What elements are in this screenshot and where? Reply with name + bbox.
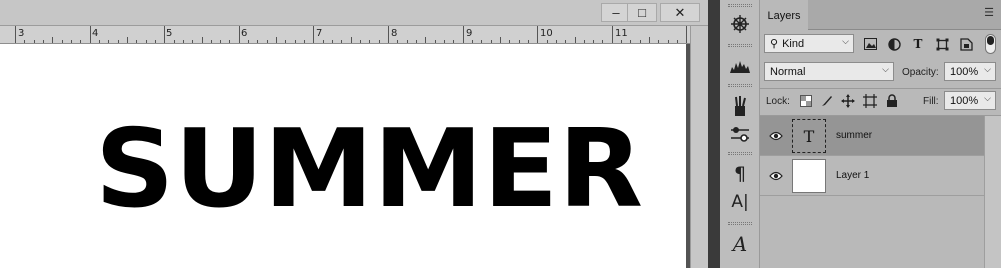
ruler-number: 10 [540,28,553,39]
ruler-number: 6 [241,28,248,39]
panel-menu-icon[interactable]: ☰ [983,7,995,19]
filter-pixel-layers-icon[interactable] [862,36,878,52]
fill-label: Fill: [923,96,939,107]
panel-gutter [708,0,720,268]
tab-layers-label: Layers [767,9,801,22]
visibility-eye-icon[interactable] [769,129,783,143]
histogram-icon[interactable] [726,52,754,80]
opacity-field[interactable]: 100% ⌵ [944,62,996,81]
layer-name[interactable]: Layer 1 [836,170,869,181]
ruler-ticks [15,26,687,43]
filter-smart-objects-icon[interactable] [958,36,974,52]
layer-row-summer[interactable]: T summer [760,116,984,156]
lock-fill-row: Lock: Fill: 100% ⌵ [760,91,1001,112]
panel-tabbar: Layers ☰ [760,0,1001,31]
tab-layers[interactable]: Layers [760,0,808,31]
chevron-down-icon: ⌵ [842,36,849,46]
layers-scrollbar[interactable] [984,116,1001,268]
ruler-number: 9 [466,28,473,39]
restore-button[interactable]: □ [627,3,657,22]
panel-grip[interactable] [728,222,752,225]
panel-grip[interactable] [728,152,752,155]
adjustments-icon[interactable] [726,120,754,148]
lock-artboard-icon[interactable] [862,93,878,109]
chevron-down-icon: ⌵ [984,93,991,103]
lock-all-icon[interactable] [884,93,900,109]
filter-toggle-switch[interactable] [985,34,996,54]
chevron-down-icon: ⌵ [882,64,889,74]
ruler-number: 11 [615,28,628,39]
layer-filter-row: ⚲ Kind ⌵ T [760,34,1001,56]
collapsed-panels-strip: ¶ A| A [720,0,760,268]
paragraph-icon[interactable]: ¶ [726,160,754,188]
canvas-area: SUMMER [0,44,690,268]
brush-presets-icon[interactable] [726,92,754,120]
layer-thumbnail-text-icon: T [792,119,826,153]
close-button[interactable]: ✕ [660,3,700,22]
ruler-number: 3 [18,28,25,39]
ruler-number: 5 [166,28,173,39]
ruler-number: 4 [92,28,99,39]
restore-icon: □ [638,5,646,20]
document-window: ‒ □ ✕ 3 4 5 6 7 8 9 10 11 SUMMER [0,0,720,268]
filter-shape-layers-icon[interactable] [934,36,950,52]
fill-value: 100% [950,94,979,107]
panel-grip[interactable] [728,84,752,87]
chevron-down-icon: ⌵ [984,64,991,74]
layer-row-layer-1[interactable]: Layer 1 [760,156,984,196]
canvas-text-summer[interactable]: SUMMER [95,116,643,224]
horizontal-ruler[interactable]: 3 4 5 6 7 8 9 10 11 [0,26,690,44]
ruler-number: 8 [391,28,398,39]
filter-kind-label: Kind [782,37,805,50]
photoshop-window: ‒ □ ✕ 3 4 5 6 7 8 9 10 11 SUMMER ¶ A| A … [0,0,1001,268]
filter-kind-select[interactable]: ⚲ Kind ⌵ [764,34,854,53]
fill-field[interactable]: 100% ⌵ [944,91,996,110]
minimize-icon: ‒ [612,5,620,20]
lock-position-icon[interactable] [840,93,856,109]
vertical-scrollbar[interactable] [690,26,708,268]
ruler-number: 7 [316,28,323,39]
layer-name[interactable]: summer [836,130,872,141]
lock-transparent-pixels-icon[interactable] [798,93,814,109]
opacity-label: Opacity: [902,67,939,78]
blend-opacity-row: Normal ⌵ Opacity: 100% ⌵ [760,62,1001,84]
search-icon: ⚲ [770,38,779,50]
opacity-value: 100% [950,65,979,78]
glyphs-icon[interactable]: A [726,230,754,258]
layers-panel: Layers ☰ ⚲ Kind ⌵ T Normal ⌵ Opacity: 10… [760,0,1001,268]
navigator-icon[interactable] [726,10,754,38]
document-titlebar: ‒ □ ✕ [0,0,708,26]
visibility-eye-icon[interactable] [769,169,783,183]
blend-mode-select[interactable]: Normal ⌵ [764,62,894,81]
filter-type-layers-icon[interactable]: T [910,36,926,52]
lock-label: Lock: [766,96,790,107]
filter-adjustment-layers-icon[interactable] [886,36,902,52]
document-canvas[interactable]: SUMMER [0,44,686,268]
lock-image-pixels-icon[interactable] [819,93,835,109]
blend-mode-value: Normal [770,65,806,78]
divider [760,88,1001,89]
panel-grip[interactable] [728,4,752,7]
layer-thumbnail [792,159,826,193]
character-icon[interactable]: A| [726,188,754,216]
panel-grip[interactable] [728,44,752,47]
close-icon: ✕ [674,4,686,20]
